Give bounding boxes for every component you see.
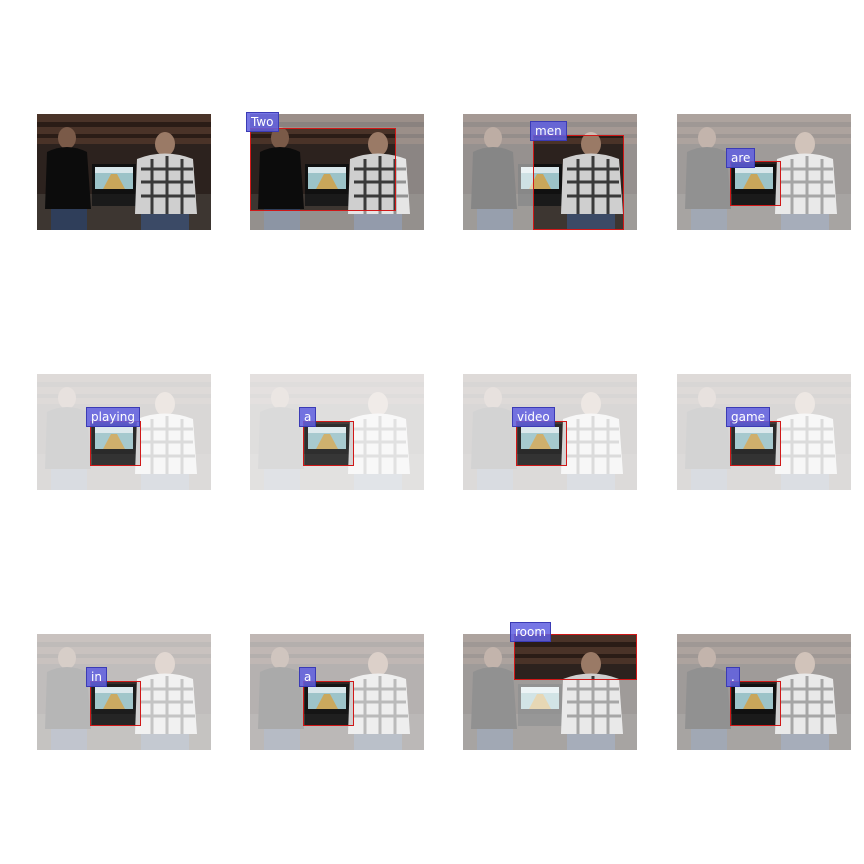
attention-panel: Two	[246, 112, 424, 230]
attention-box	[303, 681, 354, 726]
attention-panel: video	[463, 374, 637, 490]
attention-box	[90, 681, 141, 726]
tv-screen	[92, 164, 136, 206]
attention-box	[730, 681, 781, 726]
attention-panel: playing	[37, 374, 211, 490]
attention-panel: room	[463, 622, 637, 750]
attention-box	[730, 421, 781, 466]
attention-panel: men	[463, 114, 637, 230]
attention-panel: .	[677, 634, 851, 750]
panel-image	[37, 114, 211, 230]
attention-box	[516, 421, 567, 466]
word-label: playing	[86, 407, 140, 427]
attention-visualization-grid: Two men are playing a video game in a ro…	[0, 0, 864, 864]
word-label: are	[726, 148, 756, 168]
attention-panel: a	[250, 634, 424, 750]
word-label: Two	[246, 112, 279, 132]
attention-box	[533, 135, 624, 230]
attention-box	[250, 128, 396, 211]
word-label: game	[726, 407, 771, 427]
attention-box	[303, 421, 354, 466]
attention-panel: are	[677, 114, 851, 230]
attention-box	[90, 421, 141, 466]
original-image-panel	[37, 114, 211, 230]
room-photo	[37, 114, 211, 230]
attention-panel: in	[37, 634, 211, 750]
word-label: a	[299, 667, 317, 687]
word-label: room	[510, 622, 552, 642]
word-label: a	[299, 407, 317, 427]
word-label: .	[726, 667, 740, 687]
word-label: in	[86, 667, 107, 687]
attention-panel: a	[250, 374, 424, 490]
attention-panel: game	[677, 374, 851, 490]
word-label: men	[530, 121, 567, 141]
word-label: video	[512, 407, 555, 427]
